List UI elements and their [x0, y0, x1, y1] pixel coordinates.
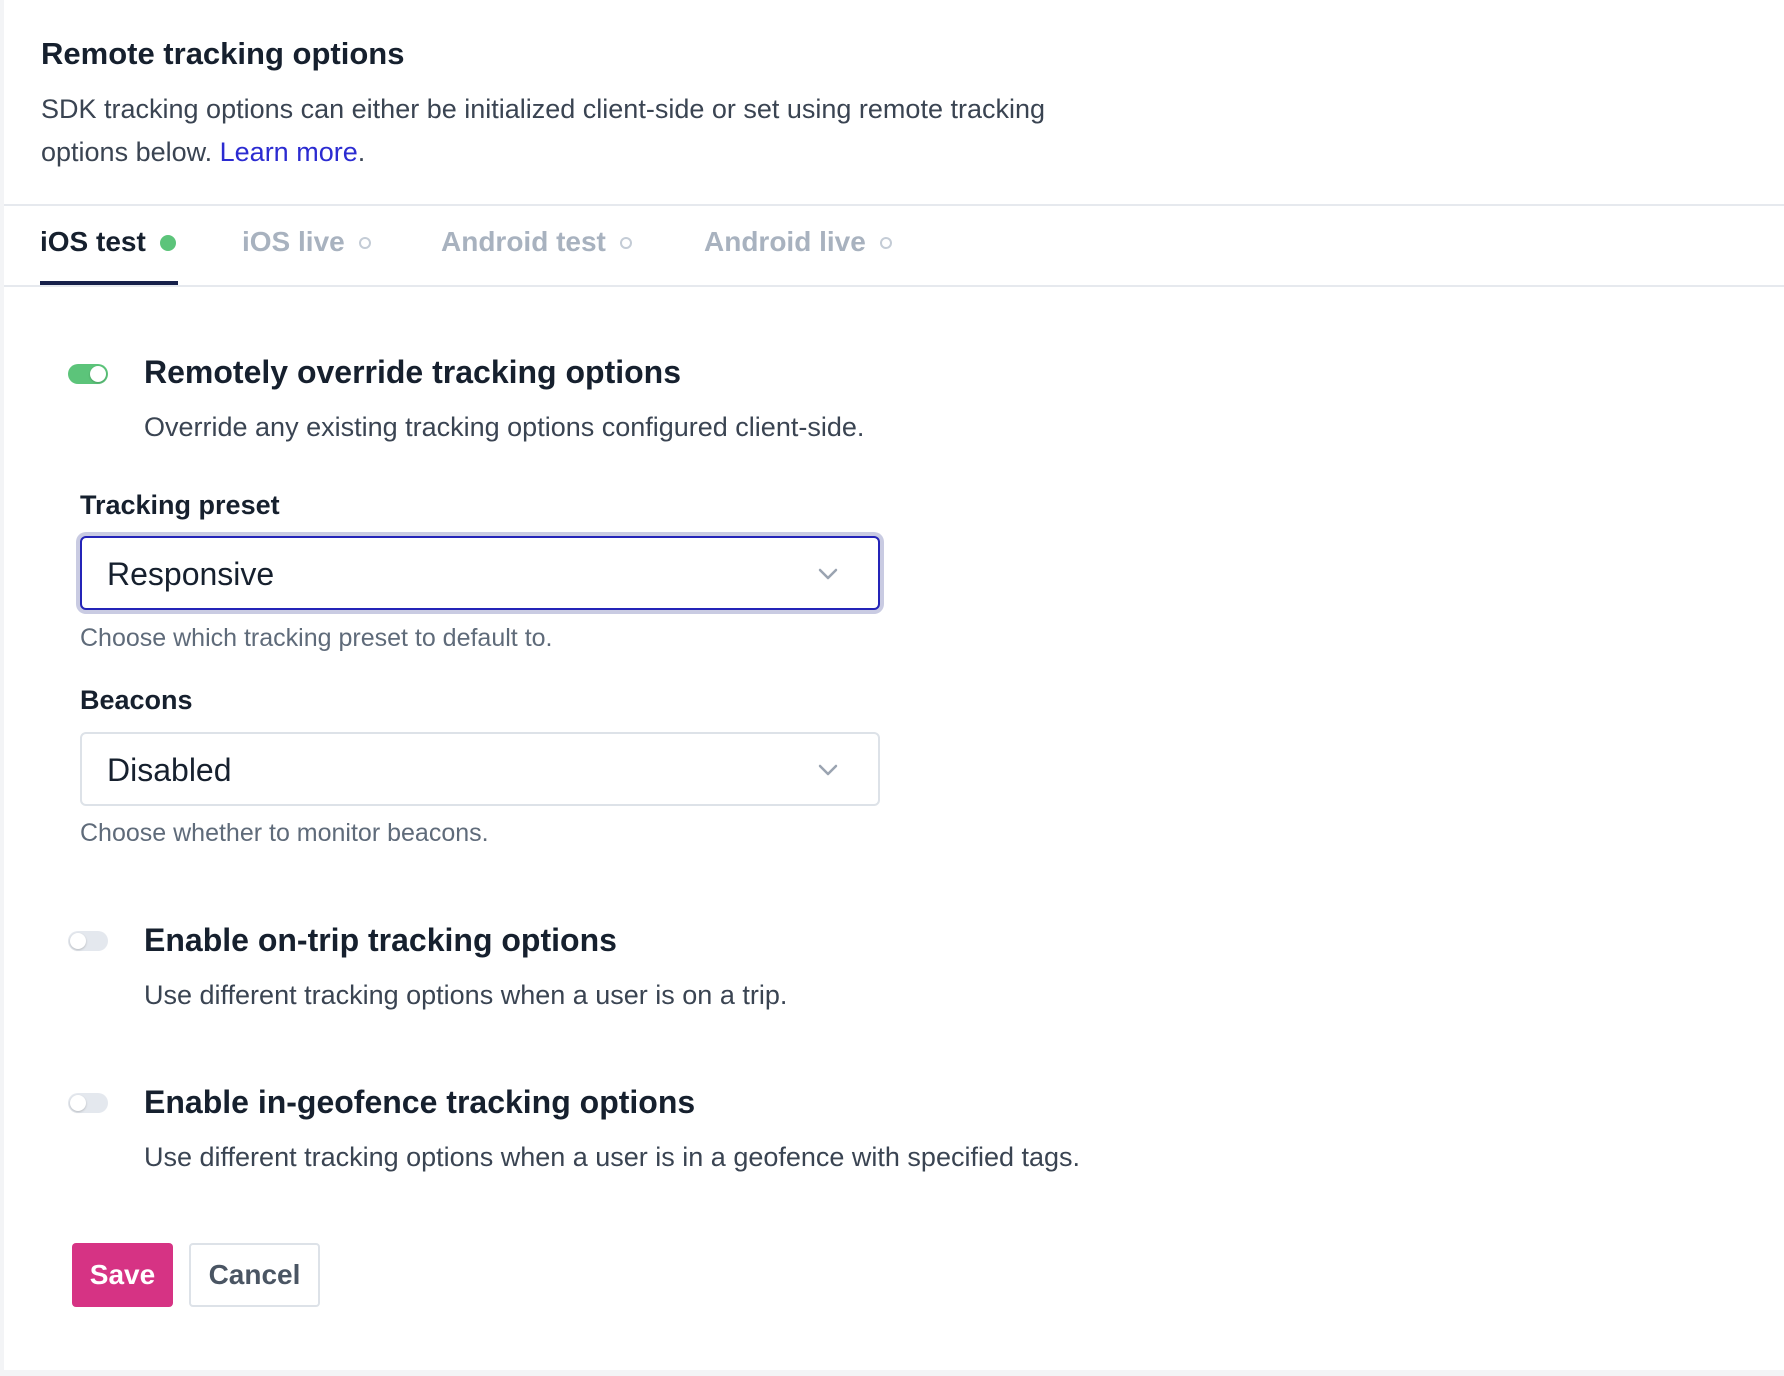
override-toggle[interactable]	[68, 364, 108, 384]
toggle-knob	[70, 1095, 86, 1111]
on-trip-title: Enable on-trip tracking options	[144, 922, 617, 958]
in-geofence-title: Enable in-geofence tracking options	[144, 1084, 696, 1120]
tab-label: Android live	[704, 226, 866, 257]
tab-label: iOS live	[242, 226, 345, 257]
chevron-down-icon	[818, 764, 838, 776]
page-title: Remote tracking options	[41, 36, 405, 71]
tab-android-live[interactable]: Android live	[704, 226, 892, 286]
status-dot-icon	[159, 235, 176, 251]
header-divider	[4, 204, 1784, 206]
page-description: SDK tracking options can either be initi…	[41, 88, 1081, 174]
remote-tracking-card: Remote tracking options SDK tracking opt…	[4, 0, 1784, 1370]
override-description: Override any existing tracking options c…	[144, 412, 865, 442]
beacons-value: Disabled	[107, 752, 232, 788]
beacons-label: Beacons	[80, 685, 193, 715]
status-dot-icon	[879, 237, 892, 249]
in-geofence-description: Use different tracking options when a us…	[144, 1142, 1081, 1172]
tab-android-test[interactable]: Android test	[441, 226, 632, 286]
toggle-knob	[70, 933, 86, 949]
tab-label: iOS test	[40, 226, 146, 257]
in-geofence-toggle[interactable]	[68, 1093, 108, 1113]
tab-ios-test[interactable]: iOS test	[40, 226, 176, 286]
save-button[interactable]: Save	[72, 1243, 173, 1307]
tracking-preset-help: Choose which tracking preset to default …	[80, 624, 553, 652]
on-trip-description: Use different tracking options when a us…	[144, 980, 788, 1010]
description-text: SDK tracking options can either be initi…	[41, 94, 1045, 167]
tabs-divider	[4, 285, 1784, 287]
cancel-button[interactable]: Cancel	[189, 1243, 320, 1307]
beacons-help: Choose whether to monitor beacons.	[80, 819, 489, 847]
beacons-select[interactable]: Disabled	[80, 732, 880, 806]
tracking-preset-select[interactable]: Responsive	[80, 536, 880, 610]
toggle-knob	[90, 366, 106, 382]
learn-more-link[interactable]: Learn more	[220, 137, 358, 167]
tracking-preset-label: Tracking preset	[80, 490, 280, 520]
learn-more-suffix: .	[357, 137, 366, 167]
override-title: Remotely override tracking options	[144, 354, 682, 390]
tab-label: Android test	[441, 226, 606, 257]
status-dot-icon	[619, 237, 632, 249]
tab-ios-live[interactable]: iOS live	[242, 226, 371, 286]
tracking-preset-value: Responsive	[107, 556, 275, 592]
chevron-down-icon	[818, 568, 838, 580]
status-dot-icon	[358, 237, 371, 249]
on-trip-toggle[interactable]	[68, 931, 108, 951]
